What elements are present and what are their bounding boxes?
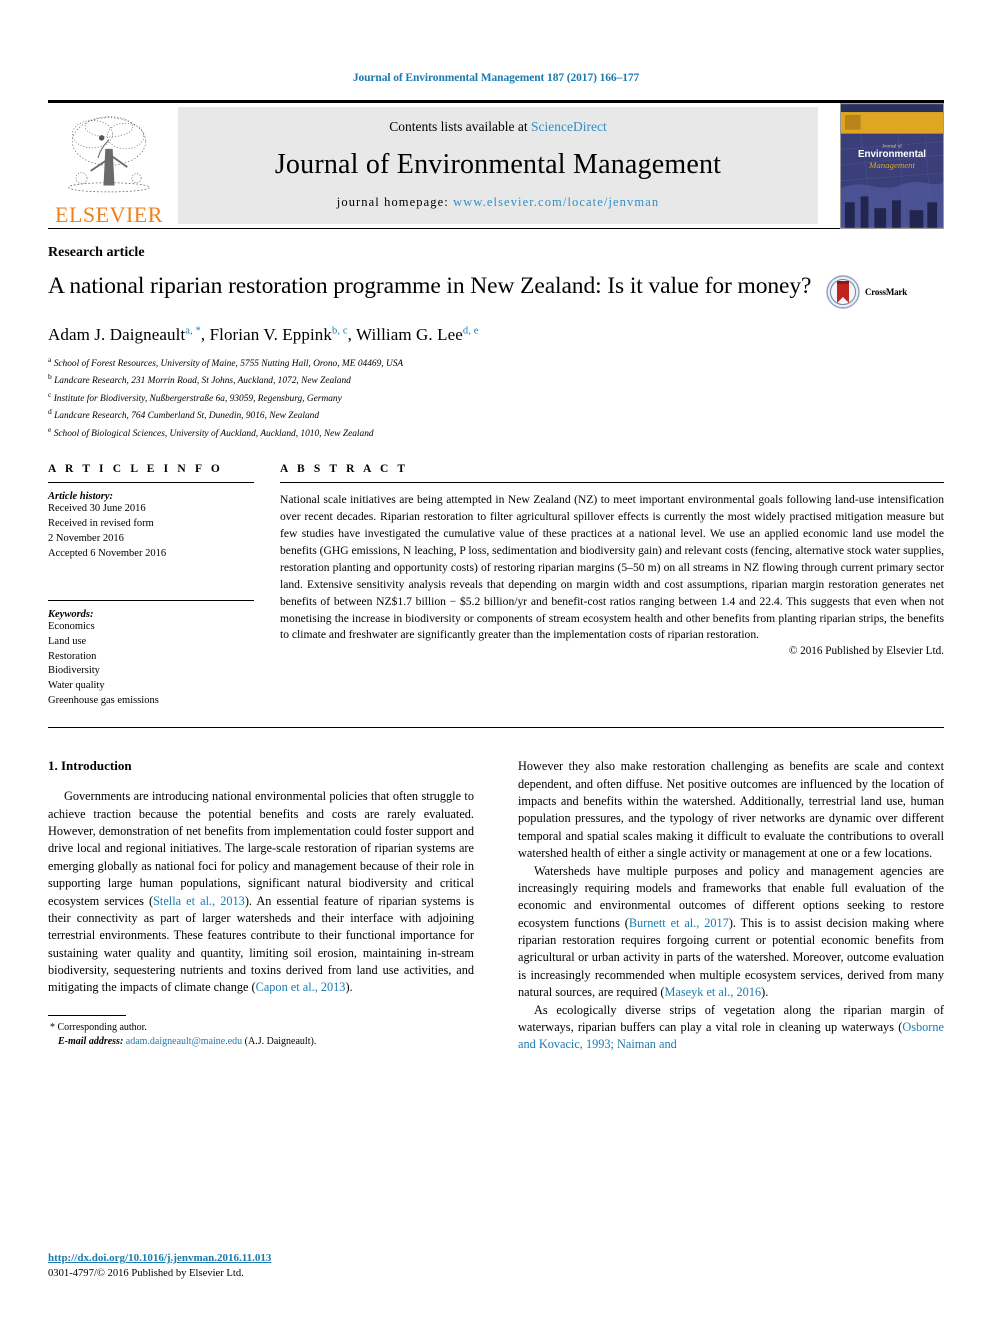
email-label: E-mail address: — [58, 1036, 124, 1048]
affiliation-a-marker: a — [48, 355, 52, 364]
abstract-text: National scale initiatives are being att… — [280, 493, 944, 642]
info-abstract-block: A R T I C L E I N F O Article history: R… — [48, 463, 944, 709]
homepage-prefix: journal homepage: — [336, 195, 454, 209]
keyword-item: Economics — [48, 620, 95, 632]
journal-title: Journal of Environmental Management — [274, 149, 722, 180]
crossmark-label: CrossMark — [865, 287, 908, 297]
paragraph: However they also make restoration chall… — [518, 759, 944, 861]
history-item: Accepted 6 November 2016 — [48, 547, 167, 559]
keyword-item: Water quality — [48, 680, 105, 692]
affiliation-e-text: School of Biological Sciences, Universit… — [53, 428, 374, 439]
email-suffix: (A.J. Daigneault). — [244, 1036, 317, 1048]
affiliation-b: b Landcare Research, 231 Morrin Road, St… — [48, 371, 944, 388]
elsevier-wordmark: ELSEVIER — [55, 202, 163, 227]
author-2-name: Florian V. Eppink — [209, 325, 333, 344]
elsevier-logo: ELSEVIER — [48, 103, 170, 228]
keyword-item: Biodiversity — [48, 665, 100, 677]
journal-masthead: ELSEVIER Contents lists available at Sci… — [48, 100, 944, 229]
citation-link[interactable]: Osborne and Kovacic, 1993; Naiman and — [518, 1020, 944, 1051]
affiliation-b-text: Landcare Research, 231 Morrin Road, St J… — [54, 376, 351, 387]
footnote-block: * Corresponding author. E-mail address: … — [48, 1014, 474, 1050]
contents-line: Contents lists available at ScienceDirec… — [389, 119, 606, 135]
masthead-bottom-rule — [48, 228, 944, 229]
affiliation-a: a School of Forest Resources, University… — [48, 354, 944, 371]
corresponding-text: Corresponding author. — [57, 1021, 147, 1033]
author-1-name: Adam J. Daigneault — [48, 325, 186, 344]
affiliation-a-text: School of Forest Resources, University o… — [53, 359, 404, 370]
article-info-heading: A R T I C L E I N F O — [48, 463, 223, 476]
keywords-rule — [48, 599, 254, 601]
article-type-label: Research article — [48, 245, 145, 260]
affiliation-d: d Landcare Research, 764 Cumberland St, … — [48, 406, 944, 423]
affiliation-b-marker: b — [48, 372, 52, 382]
homepage-url[interactable]: www.elsevier.com/locate/jenvman — [453, 195, 659, 209]
contents-prefix: Contents lists available at — [389, 119, 531, 134]
affiliation-d-marker: d — [48, 407, 52, 417]
author-3-name: William G. Lee — [355, 325, 463, 344]
sciencedirect-link[interactable]: ScienceDirect — [531, 119, 607, 134]
keyword-item: Restoration — [48, 650, 97, 662]
keyword-item: Land use — [48, 635, 87, 647]
cover-title-environmental: Environmental — [858, 149, 926, 160]
crossmark-icon — [826, 275, 860, 309]
citation-link[interactable]: Capon et al., 2013 — [256, 980, 346, 994]
crossmark-badge[interactable]: CrossMark — [826, 271, 944, 309]
section-heading-introduction: 1. Introduction — [48, 758, 132, 774]
footnote-rule — [48, 1014, 126, 1016]
body-column-right: However they also make restoration chall… — [496, 758, 944, 1054]
affiliation-d-text: Landcare Research, 764 Cumberland St, Du… — [54, 411, 320, 422]
journal-cover: Journal of Environmental Management — [824, 102, 944, 229]
keyword-item: Greenhouse gas emissions — [48, 695, 159, 707]
citation-link[interactable]: Stella et al., 2013 — [153, 894, 245, 908]
author-list: Adam J. Daigneaulta, *, Florian V. Eppin… — [48, 325, 479, 344]
affiliation-e-marker: e — [48, 424, 52, 434]
keywords-label: Keywords: — [48, 608, 94, 620]
issn-copyright-line: 0301-4797/© 2016 Published by Elsevier L… — [48, 1268, 244, 1279]
citation-link[interactable]: Burnett et al., 2017 — [629, 916, 729, 930]
paragraph: As ecologically diverse strips of vegeta… — [518, 1002, 944, 1052]
affiliation-list: a School of Forest Resources, University… — [48, 354, 944, 441]
abstract-column: A B S T R A C T National scale initiativ… — [280, 463, 944, 709]
abstract-copyright: © 2016 Published by Elsevier Ltd. — [788, 645, 944, 658]
doi-link[interactable]: http://dx.doi.org/10.1016/j.jenvman.2016… — [48, 1252, 271, 1264]
cover-title-management: Management — [868, 159, 916, 169]
footer-doi-block: http://dx.doi.org/10.1016/j.jenvman.2016… — [48, 1248, 271, 1279]
paragraph: Governments are introducing national env… — [48, 789, 474, 995]
article-info-rule — [48, 482, 254, 484]
running-head-citation: Journal of Environmental Management 187 … — [352, 72, 640, 84]
email-note: E-mail address: adam.daigneault@maine.ed… — [48, 1035, 474, 1050]
author-1-marks: a, * — [185, 325, 201, 337]
body-column-left: 1. Introduction Governments are introduc… — [48, 758, 496, 1054]
history-item: Received 30 June 2016 — [48, 503, 146, 515]
keywords-block: Keywords: Economics Land use Restoration… — [48, 599, 254, 709]
abstract-bottom-rule — [48, 727, 944, 729]
article-history-label: Article history: — [48, 491, 114, 503]
elsevier-tree-icon — [68, 116, 150, 193]
corresponding-marker: * — [50, 1021, 55, 1033]
journal-banner: Contents lists available at ScienceDirec… — [178, 107, 818, 224]
journal-cover-image: Journal of Environmental Management — [840, 102, 944, 229]
title-row: A national riparian restoration programm… — [48, 271, 944, 309]
affiliation-c: c Institute for Biodiversity, Nußbergers… — [48, 389, 944, 406]
history-item: 2 November 2016 — [48, 532, 124, 544]
citation-link[interactable]: Maseyk et al., 2016 — [664, 985, 761, 999]
affiliation-c-text: Institute for Biodiversity, Nußbergerstr… — [53, 393, 342, 404]
email-link[interactable]: adam.daigneault@maine.edu — [126, 1036, 242, 1047]
affiliation-c-marker: c — [48, 389, 52, 399]
corresponding-author-note: * Corresponding author. — [48, 1021, 474, 1036]
page-title: A national riparian restoration programm… — [48, 273, 812, 299]
article-page: Journal of Environmental Management 187 … — [0, 0, 992, 1323]
article-info-column: A R T I C L E I N F O Article history: R… — [48, 463, 280, 709]
paragraph: Watersheds have multiple purposes and po… — [518, 863, 945, 1000]
abstract-heading: A B S T R A C T — [280, 463, 409, 476]
history-item: Received in revised form — [48, 518, 154, 530]
author-2-marks: b, c — [332, 325, 348, 337]
homepage-line: journal homepage: www.elsevier.com/locat… — [337, 195, 659, 210]
body-columns: 1. Introduction Governments are introduc… — [48, 758, 944, 1054]
affiliation-e: e School of Biological Sciences, Univers… — [48, 424, 944, 441]
author-3-marks: d, e — [462, 325, 479, 337]
abstract-rule — [280, 482, 944, 484]
